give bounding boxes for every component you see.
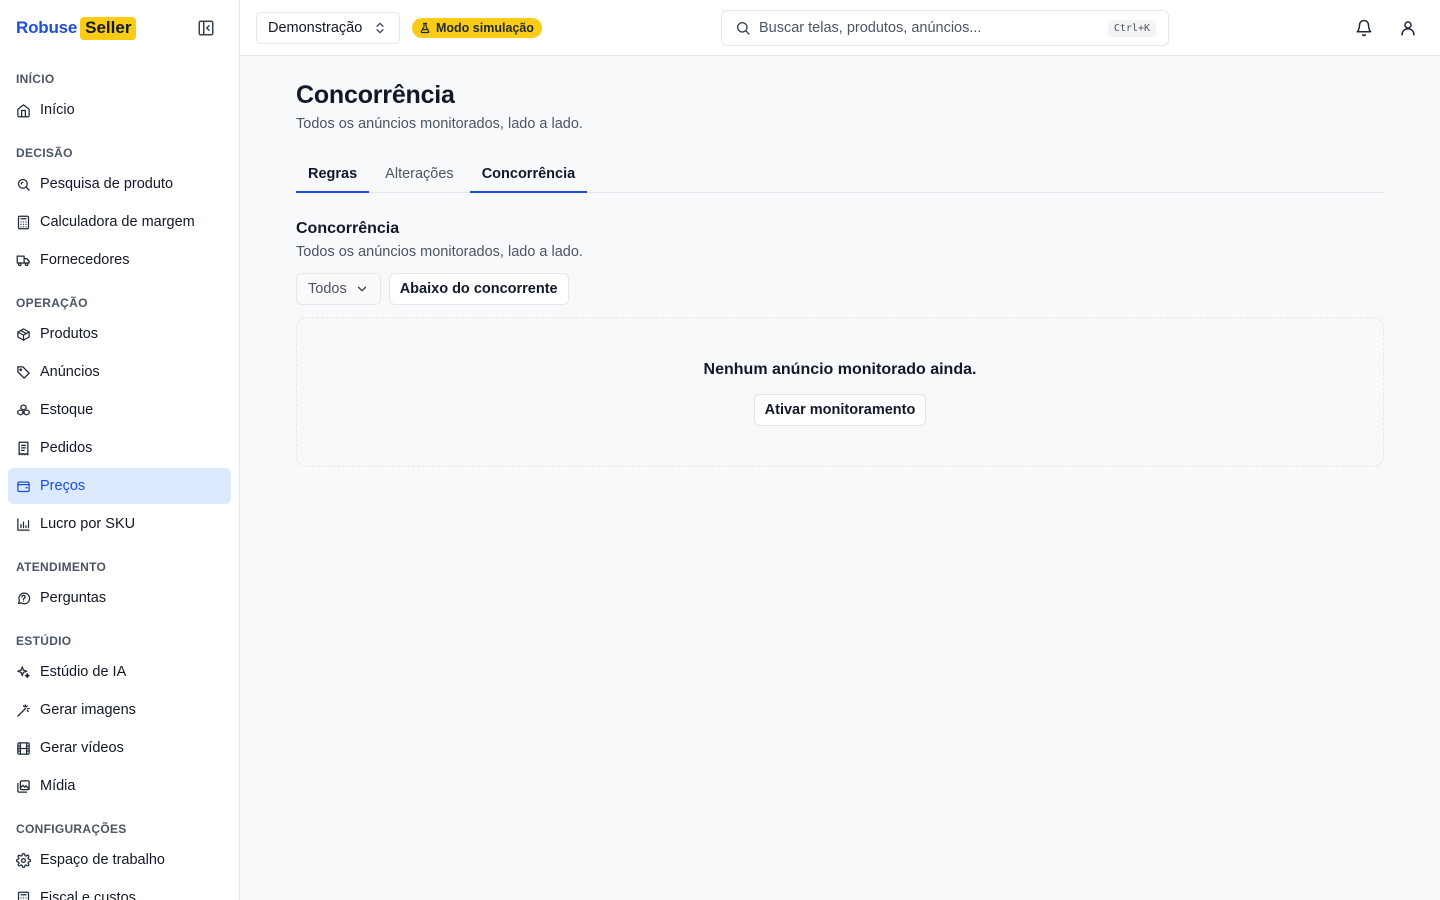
images-icon (16, 779, 31, 794)
search-input[interactable] (759, 20, 1100, 36)
tab-bar: Regras Alterações Concorrência (296, 157, 1384, 193)
sparkles-icon (16, 665, 31, 680)
workspace-select-label: Demonstração (268, 20, 363, 36)
sidebar-item-estudio-ia[interactable]: Estúdio de IA (8, 654, 231, 690)
boxes-icon (16, 403, 31, 418)
sidebar-item-label: Estúdio de IA (40, 664, 127, 680)
page-title: Concorrência (296, 81, 455, 109)
sidebar-item-label: Gerar imagens (40, 702, 136, 718)
nav-section-inicio: Início (16, 72, 55, 86)
brand-logo[interactable]: Robuse Seller (16, 16, 137, 40)
brand-badge: Seller (80, 16, 137, 40)
filter-bar: Todos Abaixo do concorrente (296, 273, 1384, 305)
section-title: Concorrência (296, 220, 400, 237)
sidebar-item-produtos[interactable]: Produtos (8, 316, 231, 352)
status-filter-label: Todos (308, 281, 347, 297)
tab-regras[interactable]: Regras (296, 157, 370, 193)
sidebar-item-label: Fiscal e custos (40, 890, 136, 900)
sidebar-item-label: Preços (40, 478, 86, 494)
tag-icon (16, 365, 31, 380)
sidebar: Robuse Seller Início Início Decisão Pesq… (0, 0, 240, 900)
chevrons-up-down-icon (373, 21, 387, 35)
sidebar-item-inicio[interactable]: Início (8, 92, 231, 128)
receipt-icon (16, 441, 31, 456)
sidebar-toggle-icon[interactable] (197, 19, 215, 37)
sidebar-item-label: Fornecedores (40, 252, 130, 268)
topbar: Demonstração Modo simulação Ctrl+K (240, 0, 1440, 56)
sidebar-item-label: Gerar vídeos (40, 740, 124, 756)
section-subtitle: Todos os anúncios monitorados, lado a la… (296, 244, 583, 260)
brand-row: Robuse Seller (0, 0, 239, 56)
sidebar-item-fornecedores[interactable]: Fornecedores (8, 242, 231, 278)
sidebar-item-label: Produtos (40, 326, 99, 342)
simulation-mode-label: Modo simulação (436, 21, 534, 35)
search-product-icon (16, 177, 31, 192)
tab-alteracoes[interactable]: Alterações (373, 157, 466, 193)
sidebar-item-gerar-imagens[interactable]: Gerar imagens (8, 692, 231, 728)
sidebar-item-label: Pesquisa de produto (40, 176, 174, 192)
sidebar-item-label: Lucro por SKU (40, 516, 136, 532)
wallet-icon (16, 479, 31, 494)
nav-section-estudio: Estúdio (16, 634, 72, 648)
sidebar-item-calculadora-margem[interactable]: Calculadora de margem (8, 204, 231, 240)
gear-icon (16, 852, 31, 868)
brand-word: Robuse (16, 18, 78, 37)
sidebar-item-lucro-sku[interactable]: Lucro por SKU (8, 506, 231, 542)
sidebar-item-anuncios[interactable]: Anúncios (8, 354, 231, 390)
sidebar-item-gerar-videos[interactable]: Gerar vídeos (8, 730, 231, 766)
calculator-icon (16, 891, 31, 900)
film-icon (16, 741, 31, 756)
home-icon (16, 103, 31, 118)
tab-concorrencia[interactable]: Concorrência (469, 157, 588, 193)
package-icon (16, 327, 31, 342)
global-search[interactable]: Ctrl+K (721, 10, 1169, 46)
search-icon (735, 20, 751, 36)
sidebar-item-pedidos[interactable]: Pedidos (8, 430, 231, 466)
search-shortcut: Ctrl+K (1107, 19, 1156, 37)
chevron-down-icon (355, 282, 369, 296)
empty-state-title: Nenhum anúncio monitorado ainda. (703, 361, 977, 378)
sidebar-item-label: Estoque (40, 402, 94, 418)
flask-icon (419, 22, 431, 34)
simulation-mode-badge: Modo simulação (412, 18, 542, 38)
sidebar-item-estoque[interactable]: Estoque (8, 392, 231, 428)
status-filter-select[interactable]: Todos (296, 273, 381, 305)
bell-icon[interactable] (1355, 19, 1373, 37)
sidebar-item-fiscal-custos[interactable]: Fiscal e custos (8, 880, 231, 900)
enable-monitoring-button[interactable]: Ativar monitoramento (753, 394, 927, 426)
page-subtitle: Todos os anúncios monitorados, lado a la… (296, 116, 583, 132)
sidebar-item-pesquisa-produto[interactable]: Pesquisa de produto (8, 166, 231, 202)
nav-section-operacao: Operação (16, 296, 88, 310)
nav-section-decisao: Decisão (16, 146, 73, 160)
sidebar-item-label: Anúncios (40, 364, 100, 380)
sidebar-item-label: Pedidos (40, 440, 93, 456)
user-icon[interactable] (1399, 19, 1417, 37)
empty-state: Nenhum anúncio monitorado ainda. Ativar … (296, 317, 1384, 467)
bar-chart-icon (16, 517, 31, 532)
sidebar-item-midia[interactable]: Mídia (8, 768, 231, 804)
sidebar-item-label: Mídia (40, 778, 76, 794)
help-bubble-icon (16, 591, 31, 606)
workspace-select[interactable]: Demonstração (256, 12, 400, 44)
nav-section-atendimento: Atendimento (16, 560, 107, 574)
calculator-icon (16, 215, 31, 230)
sidebar-item-label: Início (40, 102, 75, 118)
truck-icon (16, 253, 31, 268)
nav-section-configuracoes: Configurações (16, 822, 127, 836)
sidebar-item-label: Perguntas (40, 590, 107, 606)
main-content: Concorrência Todos os anúncios monitorad… (296, 56, 1384, 467)
sidebar-item-label: Calculadora de margem (40, 214, 195, 230)
below-competitor-filter-button[interactable]: Abaixo do concorrente (388, 273, 569, 305)
sidebar-item-perguntas[interactable]: Perguntas (8, 580, 231, 616)
sidebar-nav: Início Início Decisão Pesquisa de produt… (0, 56, 239, 900)
sidebar-item-precos[interactable]: Preços (8, 468, 231, 504)
sidebar-item-label: Espaço de trabalho (40, 852, 165, 868)
magic-wand-icon (16, 703, 31, 718)
sidebar-item-espaco-trabalho[interactable]: Espaço de trabalho (8, 842, 231, 878)
